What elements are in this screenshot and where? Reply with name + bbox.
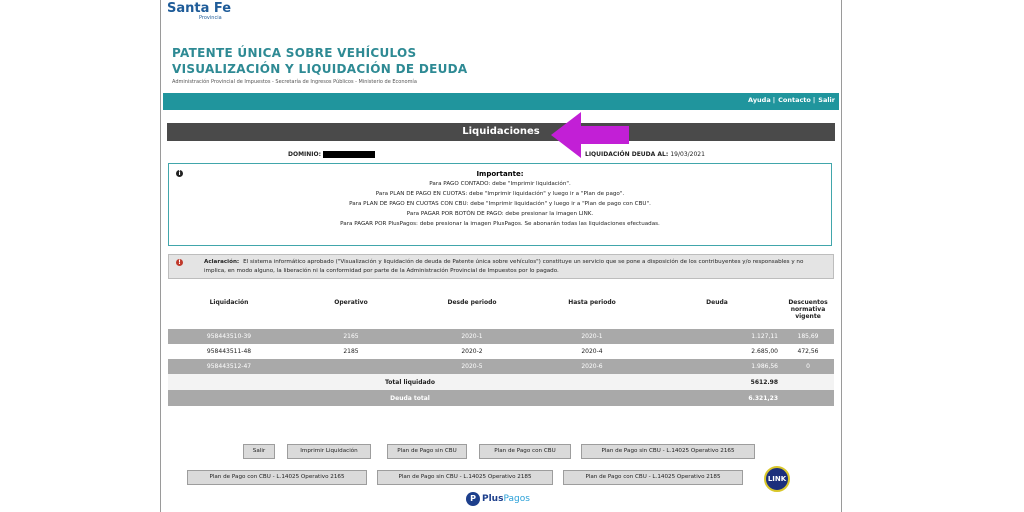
page-frame: Santa Fe Provincia PATENTE ÚNICA SOBRE V… — [160, 0, 842, 512]
cell: 2020-2 — [412, 344, 532, 359]
liquidacion-date: 19/03/2021 — [670, 151, 705, 158]
total-liquidado-value: 5612.98 — [652, 374, 782, 390]
page-subtitle: Administración Provincial de Impuestos -… — [172, 79, 417, 85]
plan-pago-con-cbu-2185-button[interactable]: Plan de Pago con CBU - L.14025 Operativo… — [563, 470, 743, 485]
liquidacion-label: LIQUIDACIÓN DEUDA AL: — [585, 151, 669, 158]
top-nav-bar: Ayuda | Contacto | Salir — [163, 93, 839, 110]
cell: 2020-4 — [532, 344, 652, 359]
col-desde: Desde periodo — [447, 299, 497, 306]
pluspagos-button[interactable]: P Plus Pagos — [466, 492, 530, 506]
link-logo: LINK — [764, 466, 790, 492]
liquidacion-row: LIQUIDACIÓN DEUDA AL: 19/03/2021 — [585, 151, 705, 158]
deuda-total-value: 6.321,23 — [652, 390, 782, 406]
pluspagos-icon: P — [466, 492, 480, 506]
link-payment-button[interactable]: LINK — [757, 462, 813, 494]
top-links: Ayuda | Contacto | Salir — [748, 96, 835, 104]
total-liquidado-row: Total liquidado 5612.98 — [168, 374, 834, 390]
table-row: 958443510-39 2165 2020-1 2020-1 1.127,11… — [168, 329, 834, 344]
liquidaciones-table: Liquidación Operativo Desde periodo Hast… — [168, 295, 834, 406]
col-deuda: Deuda — [706, 299, 728, 306]
importante-line: Para PAGAR POR PlusPagos: debe presionar… — [340, 221, 660, 227]
cell: 958443510-39 — [168, 329, 290, 344]
aclaracion-text: Aclaración: El sistema informático aproba… — [204, 258, 824, 276]
pluspagos-text-plus: Plus — [482, 494, 504, 504]
deuda-total-label: Deuda total — [168, 390, 652, 406]
aclaracion-body: El sistema informático aprobado ("Visual… — [204, 259, 804, 274]
table-header-row: Liquidación Operativo Desde periodo Hast… — [168, 295, 834, 329]
cell: 2020-1 — [412, 329, 532, 344]
plan-pago-sin-cbu-2185-button[interactable]: Plan de Pago sin CBU - L.14025 Operativo… — [377, 470, 553, 485]
page-title-line2: VISUALIZACIÓN Y LIQUIDACIÓN DE DEUDA — [172, 62, 468, 76]
cell: 2020-1 — [532, 329, 652, 344]
cell: 1.127,11 — [652, 329, 782, 344]
empty-cell — [782, 374, 834, 390]
col-operativo: Operativo — [334, 299, 368, 306]
deuda-total-row: Deuda total 6.321,23 — [168, 390, 834, 406]
cell: 2020-5 — [412, 359, 532, 374]
aclaracion-box: ! Aclaración: El sistema informático apro… — [168, 254, 834, 279]
cell: 1.986,56 — [652, 359, 782, 374]
col-descuentos: Descuentos normativa vigente — [788, 299, 828, 320]
contact-link[interactable]: Contacto — [778, 96, 811, 104]
imprimir-liquidacion-button[interactable]: Imprimir Liquidación — [287, 444, 371, 459]
col-hasta: Hasta periodo — [568, 299, 616, 306]
col-liquidacion: Liquidación — [209, 299, 249, 306]
importante-line: Para PLAN DE PAGO EN CUOTAS CON CBU: deb… — [349, 201, 651, 207]
importante-line: Para PLAN DE PAGO EN CUOTAS: debe "Impri… — [375, 191, 625, 197]
warning-icon: ! — [176, 259, 183, 266]
dominio-redacted — [323, 151, 376, 158]
plan-pago-sin-cbu-button[interactable]: Plan de Pago sin CBU — [387, 444, 467, 459]
salir-button[interactable]: Salir — [243, 444, 275, 459]
help-link[interactable]: Ayuda — [748, 96, 771, 104]
cell: 472,56 — [782, 344, 834, 359]
total-liquidado-label: Total liquidado — [168, 374, 652, 390]
cell: 2020-6 — [532, 359, 652, 374]
santa-fe-logo-sub: Provincia — [199, 15, 222, 21]
cell: 2.685,00 — [652, 344, 782, 359]
plan-pago-con-cbu-2165-button[interactable]: Plan de Pago con CBU - L.14025 Operativo… — [187, 470, 367, 485]
pluspagos-text-pagos: Pagos — [503, 494, 530, 504]
exit-link[interactable]: Salir — [818, 96, 835, 104]
cell — [290, 359, 412, 374]
plan-pago-con-cbu-button[interactable]: Plan de Pago con CBU — [479, 444, 571, 459]
cell: 2185 — [290, 344, 412, 359]
plan-pago-sin-cbu-2165-button[interactable]: Plan de Pago sin CBU - L.14025 Operativo… — [581, 444, 755, 459]
dominio-row: DOMINIO: — [288, 151, 376, 158]
page-title-line1: PATENTE ÚNICA SOBRE VEHÍCULOS — [172, 46, 417, 60]
importante-title: Importante: — [476, 170, 524, 178]
importante-line: Para PAGAR POR BOTÓN DE PAGO: debe presi… — [406, 211, 594, 217]
cell: 2165 — [290, 329, 412, 344]
table-row: 958443512-47 2020-5 2020-6 1.986,56 0 — [168, 359, 834, 374]
dominio-label: DOMINIO: — [288, 151, 322, 158]
cell: 958443512-47 — [168, 359, 290, 374]
importante-box: i Importante: Para PAGO CONTADO: debe "I… — [168, 163, 832, 246]
aclaracion-label: Aclaración: — [204, 259, 240, 265]
section-title: Liquidaciones — [167, 123, 835, 141]
santa-fe-logo: Santa Fe — [167, 1, 232, 16]
cell: 958443511-48 — [168, 344, 290, 359]
cell: 0 — [782, 359, 834, 374]
cell: 185,69 — [782, 329, 834, 344]
importante-line: Para PAGO CONTADO: debe "Imprimir liquid… — [429, 181, 571, 187]
table-row: 958443511-48 2185 2020-2 2020-4 2.685,00… — [168, 344, 834, 359]
empty-cell — [782, 390, 834, 406]
